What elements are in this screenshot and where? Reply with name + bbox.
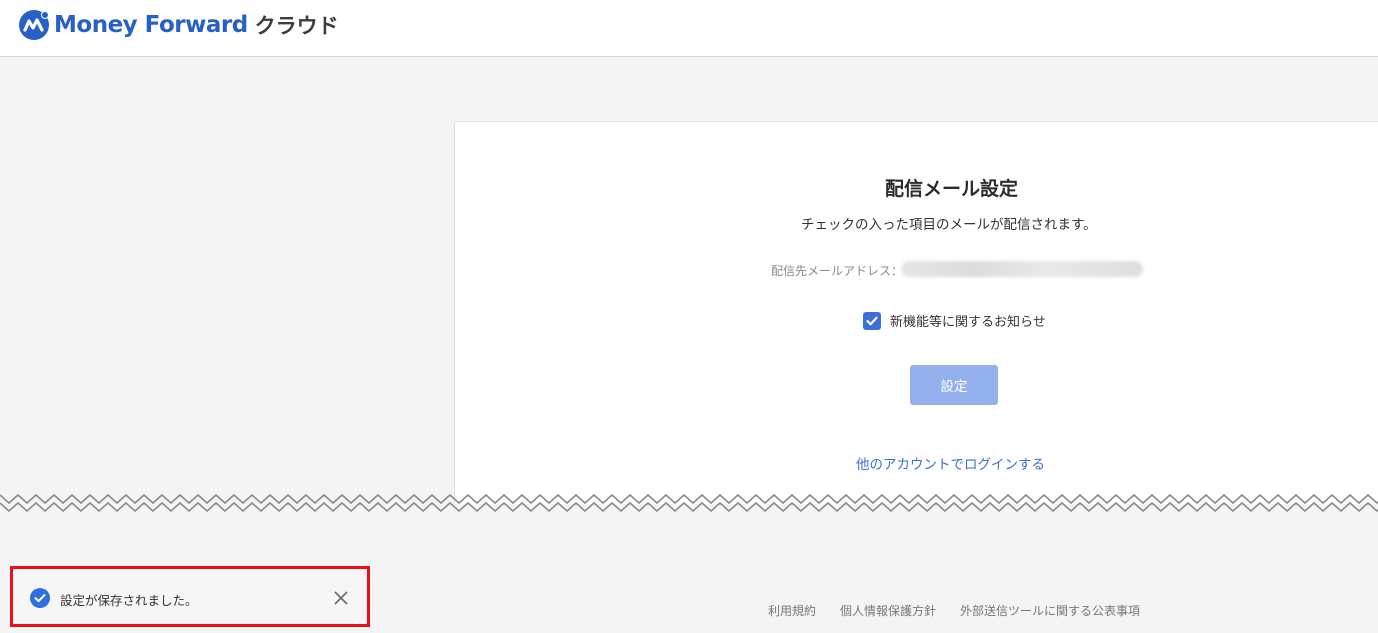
logo-brand-text: Money Forward xyxy=(54,12,248,38)
footer-link-privacy[interactable]: 個人情報保護方針 xyxy=(840,602,936,619)
email-address-redacted xyxy=(901,261,1143,277)
mail-settings-card: 配信メール設定 チェックの入った項目のメールが配信されます。 配信先メールアドレ… xyxy=(454,121,1378,521)
toast-message: 設定が保存されました。 xyxy=(60,593,198,608)
footer-links: 利用規約 個人情報保護方針 外部送信ツールに関する公表事項 xyxy=(768,602,1164,619)
logo-product-text: クラウド xyxy=(254,14,339,38)
notification-option-row[interactable]: 新機能等に関するお知らせ xyxy=(863,311,1046,330)
torn-edge-divider xyxy=(0,493,1378,523)
new-features-label: 新機能等に関するお知らせ xyxy=(890,315,1046,330)
page-title: 配信メール設定 xyxy=(885,178,1019,200)
success-toast: 設定が保存されました。 xyxy=(10,566,370,627)
money-forward-logo[interactable]: Money Forward クラウド xyxy=(18,8,339,42)
email-label: 配信先メールアドレス： xyxy=(771,264,904,278)
login-other-account-link[interactable]: 他のアカウントでログインする xyxy=(856,453,1045,473)
close-icon[interactable] xyxy=(333,590,349,606)
page-subtitle: チェックの入った項目のメールが配信されます。 xyxy=(801,217,1097,233)
check-circle-icon xyxy=(30,588,50,608)
save-settings-button[interactable]: 設定 xyxy=(910,365,998,405)
footer-link-terms[interactable]: 利用規約 xyxy=(768,602,816,619)
new-features-checkbox[interactable] xyxy=(863,311,881,330)
money-forward-logo-icon xyxy=(19,10,49,40)
checkmark-icon xyxy=(866,316,878,325)
footer-link-external-tools[interactable]: 外部送信ツールに関する公表事項 xyxy=(960,602,1140,619)
top-header: Money Forward クラウド xyxy=(0,0,1378,57)
